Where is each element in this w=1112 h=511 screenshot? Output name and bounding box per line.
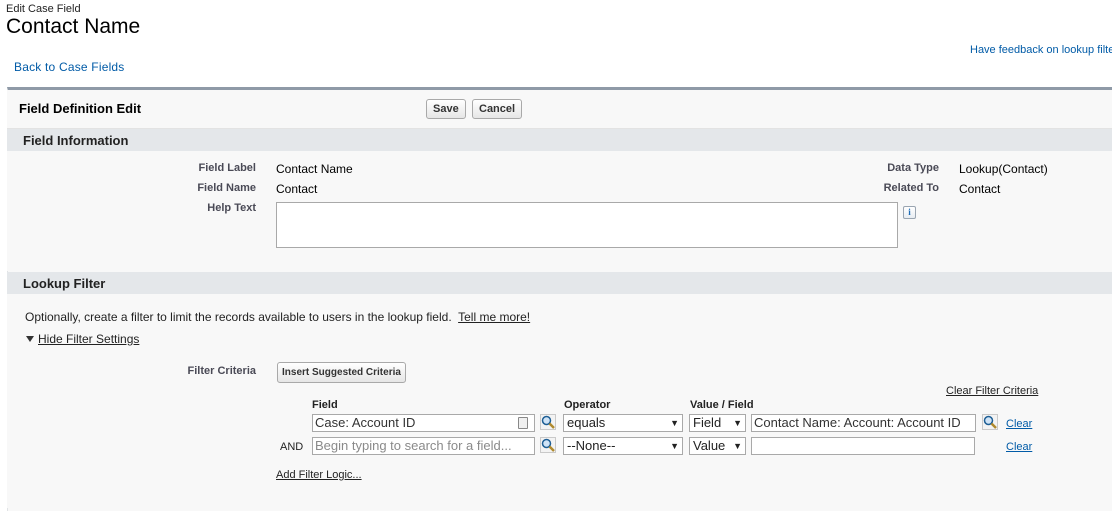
clear-filter-criteria-link[interactable]: Clear Filter Criteria	[946, 385, 1038, 397]
filter-row-2-field-placeholder: Begin typing to search for a field...	[315, 438, 512, 453]
filter-row-1-clear-link[interactable]: Clear	[1006, 418, 1032, 430]
tell-me-more-link[interactable]: Tell me more!	[458, 310, 530, 324]
column-header-operator: Operator	[564, 399, 611, 411]
page-subtitle: Edit Case Field	[6, 3, 81, 15]
filter-row-1-operator-select[interactable]: equals ▼	[563, 414, 683, 432]
chevron-down-icon: ▼	[670, 418, 679, 428]
filter-row-2-operator-select[interactable]: --None-- ▼	[563, 437, 683, 455]
field-information-header	[7, 129, 1112, 151]
contact-card-icon	[518, 417, 528, 429]
add-filter-logic-link[interactable]: Add Filter Logic...	[276, 469, 362, 481]
help-text-label: Help Text	[207, 202, 256, 214]
lookup-magnifier-icon[interactable]	[982, 414, 998, 430]
data-type-value: Lookup(Contact)	[959, 162, 1048, 176]
save-button[interactable]: Save	[426, 99, 466, 119]
data-type-label: Data Type	[887, 162, 939, 174]
field-name-value: Contact	[276, 182, 318, 196]
field-label-value: Contact Name	[276, 162, 353, 176]
field-name-label: Field Name	[197, 182, 256, 194]
cancel-button[interactable]: Cancel	[472, 99, 523, 119]
back-to-case-fields-link[interactable]: Back to Case Fields	[14, 60, 125, 74]
column-header-value-field: Value / Field	[690, 399, 754, 411]
filter-row-1-value: Contact Name: Account: Account ID	[754, 415, 961, 430]
filter-row-1-value-type-select[interactable]: Field ▼	[689, 414, 746, 432]
page-title: Contact Name	[6, 15, 141, 38]
lookup-magnifier-icon[interactable]	[540, 437, 556, 453]
filter-row-2-field-input[interactable]: Begin typing to search for a field...	[312, 437, 535, 455]
filter-row-1-value-input[interactable]: Contact Name: Account: Account ID	[751, 414, 976, 432]
filter-row-2-and-label: AND	[280, 441, 304, 453]
panel-header	[7, 90, 1112, 129]
hide-filter-settings-link[interactable]: Hide Filter Settings	[38, 332, 139, 346]
chevron-down-icon: ▼	[733, 441, 742, 451]
related-to-value: Contact	[959, 182, 1001, 196]
filter-row-2-value-type-select[interactable]: Value ▼	[689, 437, 746, 455]
chevron-down-icon: ▼	[733, 418, 742, 428]
feedback-link[interactable]: Have feedback on lookup filters?	[970, 44, 1112, 56]
field-label-label: Field Label	[198, 162, 256, 174]
filter-row-1-value-type: Field	[693, 415, 722, 430]
filter-row-2-value-input[interactable]	[751, 437, 975, 455]
info-icon[interactable]: i	[903, 206, 916, 219]
lookup-magnifier-icon[interactable]	[540, 414, 556, 430]
collapse-triangle-icon[interactable]	[26, 336, 34, 342]
filter-row-2-operator-value: --None--	[567, 438, 616, 453]
filter-row-1-field-value: Case: Account ID	[315, 415, 416, 430]
filter-row-2-clear-link[interactable]: Clear	[1006, 441, 1032, 453]
help-text-input[interactable]	[276, 202, 898, 248]
filter-criteria-label: Filter Criteria	[187, 365, 256, 377]
field-information-title: Field Information	[23, 133, 129, 148]
lookup-filter-description: Optionally, create a filter to limit the…	[25, 310, 530, 324]
filter-row-1-operator-value: equals	[567, 415, 606, 430]
filter-row-1-field-input[interactable]: Case: Account ID	[312, 414, 535, 432]
related-to-label: Related To	[883, 182, 939, 194]
description-text: Optionally, create a filter to limit the…	[25, 310, 452, 324]
chevron-down-icon: ▼	[670, 441, 679, 451]
lookup-filter-body	[7, 294, 1112, 508]
lookup-filter-header	[7, 272, 1112, 294]
insert-suggested-criteria-button[interactable]: Insert Suggested Criteria	[277, 362, 406, 383]
filter-row-2-value-type: Value	[693, 438, 726, 453]
lookup-filter-title: Lookup Filter	[23, 276, 106, 291]
column-header-field: Field	[312, 399, 338, 411]
panel-title: Field Definition Edit	[19, 101, 142, 116]
